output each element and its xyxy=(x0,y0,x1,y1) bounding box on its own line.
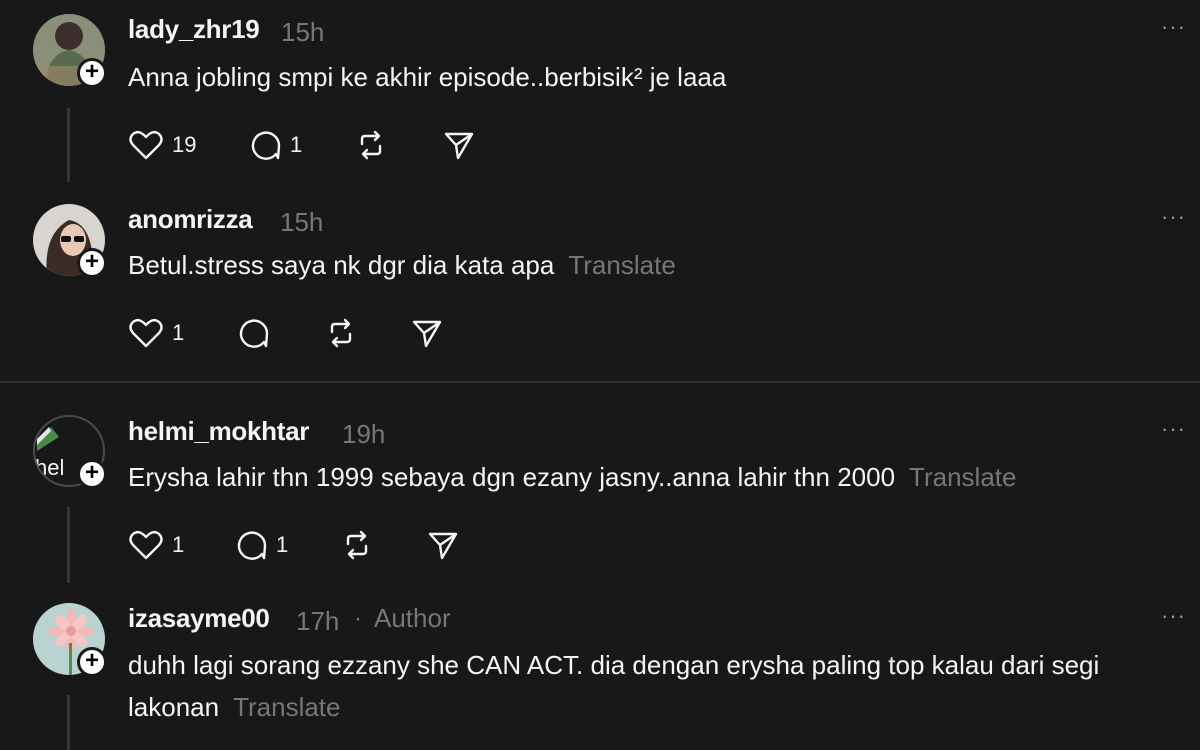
like-button[interactable]: 1 xyxy=(128,316,184,350)
share-button[interactable] xyxy=(426,528,460,562)
avatar-wrap[interactable]: + xyxy=(33,204,107,278)
comment-button[interactable]: 1 xyxy=(248,128,302,162)
more-options-icon[interactable]: ··· xyxy=(1161,416,1186,442)
more-options-icon[interactable]: ··· xyxy=(1161,14,1186,40)
thread-line xyxy=(67,108,70,182)
avatar-wrap[interactable]: hel + xyxy=(33,415,107,489)
repost-button[interactable] xyxy=(340,528,374,562)
post-time[interactable]: 19h xyxy=(342,419,385,450)
heart-icon xyxy=(129,130,163,160)
post-time[interactable]: 15h xyxy=(280,207,323,238)
thread-line xyxy=(67,507,70,583)
post-text: Anna jobling smpi ke akhir episode..berb… xyxy=(128,56,1178,98)
repost-icon xyxy=(360,130,382,160)
post-time[interactable]: 17h xyxy=(296,606,339,637)
username[interactable]: izasayme00 xyxy=(128,603,270,634)
post-text-content: Anna jobling smpi ke akhir episode..berb… xyxy=(128,62,727,92)
post-text: Betul.stress saya nk dgr dia kata apa Tra… xyxy=(128,244,1178,286)
post-time[interactable]: 15h xyxy=(281,17,324,48)
author-badge: Author xyxy=(374,603,451,633)
share-icon xyxy=(428,532,458,560)
share-button[interactable] xyxy=(410,316,444,350)
comment-button[interactable] xyxy=(236,316,270,350)
avatar-wrap[interactable]: + xyxy=(33,14,107,88)
translate-link[interactable]: Translate xyxy=(909,462,1016,492)
more-options-icon[interactable]: ··· xyxy=(1161,204,1186,230)
comment-count: 1 xyxy=(290,132,303,157)
comment-icon xyxy=(251,131,281,160)
thread-line xyxy=(67,695,70,750)
comment-button[interactable]: 1 xyxy=(234,528,288,562)
post-helmi-mokhtar: hel + helmi_mokhtar 19h ··· Erysha lahir… xyxy=(0,383,1200,583)
like-count: 1 xyxy=(172,532,185,557)
follow-plus-icon[interactable]: + xyxy=(77,248,107,278)
share-icon xyxy=(444,132,474,160)
follow-plus-icon[interactable]: + xyxy=(77,58,107,88)
post-izasayme00: + izasayme00 17h · Author ··· duhh lagi … xyxy=(0,583,1200,750)
translate-link[interactable]: Translate xyxy=(233,692,340,722)
username[interactable]: helmi_mokhtar xyxy=(128,416,309,447)
comment-count: 1 xyxy=(276,532,289,557)
follow-plus-icon[interactable]: + xyxy=(77,459,107,489)
post-text: Erysha lahir thn 1999 sebaya dgn ezany j… xyxy=(128,456,1178,498)
repost-icon xyxy=(346,530,368,560)
separator-dot: · xyxy=(354,605,362,632)
repost-button[interactable] xyxy=(354,128,388,162)
translate-link[interactable]: Translate xyxy=(568,250,675,280)
repost-button[interactable] xyxy=(324,316,358,350)
more-options-icon[interactable]: ··· xyxy=(1161,603,1186,629)
share-icon xyxy=(412,320,442,348)
comment-icon xyxy=(237,531,267,560)
post-text-content: Erysha lahir thn 1999 sebaya dgn ezany j… xyxy=(128,462,896,492)
like-count: 19 xyxy=(172,132,197,157)
avatar-wrap[interactable]: + xyxy=(33,603,107,677)
post-text-content: Betul.stress saya nk dgr dia kata apa xyxy=(128,250,555,280)
post-anomrizza: + anomrizza 15h ··· Betul.stress saya nk… xyxy=(0,190,1200,381)
heart-icon xyxy=(129,318,163,348)
username[interactable]: anomrizza xyxy=(128,204,253,235)
username[interactable]: lady_zhr19 xyxy=(128,14,260,45)
repost-icon xyxy=(330,318,352,348)
post-text: duhh lagi sorang ezzany she CAN ACT. dia… xyxy=(128,644,1178,728)
follow-plus-icon[interactable]: + xyxy=(77,647,107,677)
like-button[interactable]: 1 xyxy=(128,528,184,562)
like-count: 1 xyxy=(172,320,185,345)
avatar-text: hel xyxy=(35,455,65,480)
like-button[interactable]: 19 xyxy=(128,128,196,162)
heart-icon xyxy=(129,530,163,560)
comment-icon xyxy=(239,319,269,348)
share-button[interactable] xyxy=(442,128,476,162)
post-lady-zhr19: + lady_zhr19 15h ··· Anna jobling smpi k… xyxy=(0,0,1200,190)
